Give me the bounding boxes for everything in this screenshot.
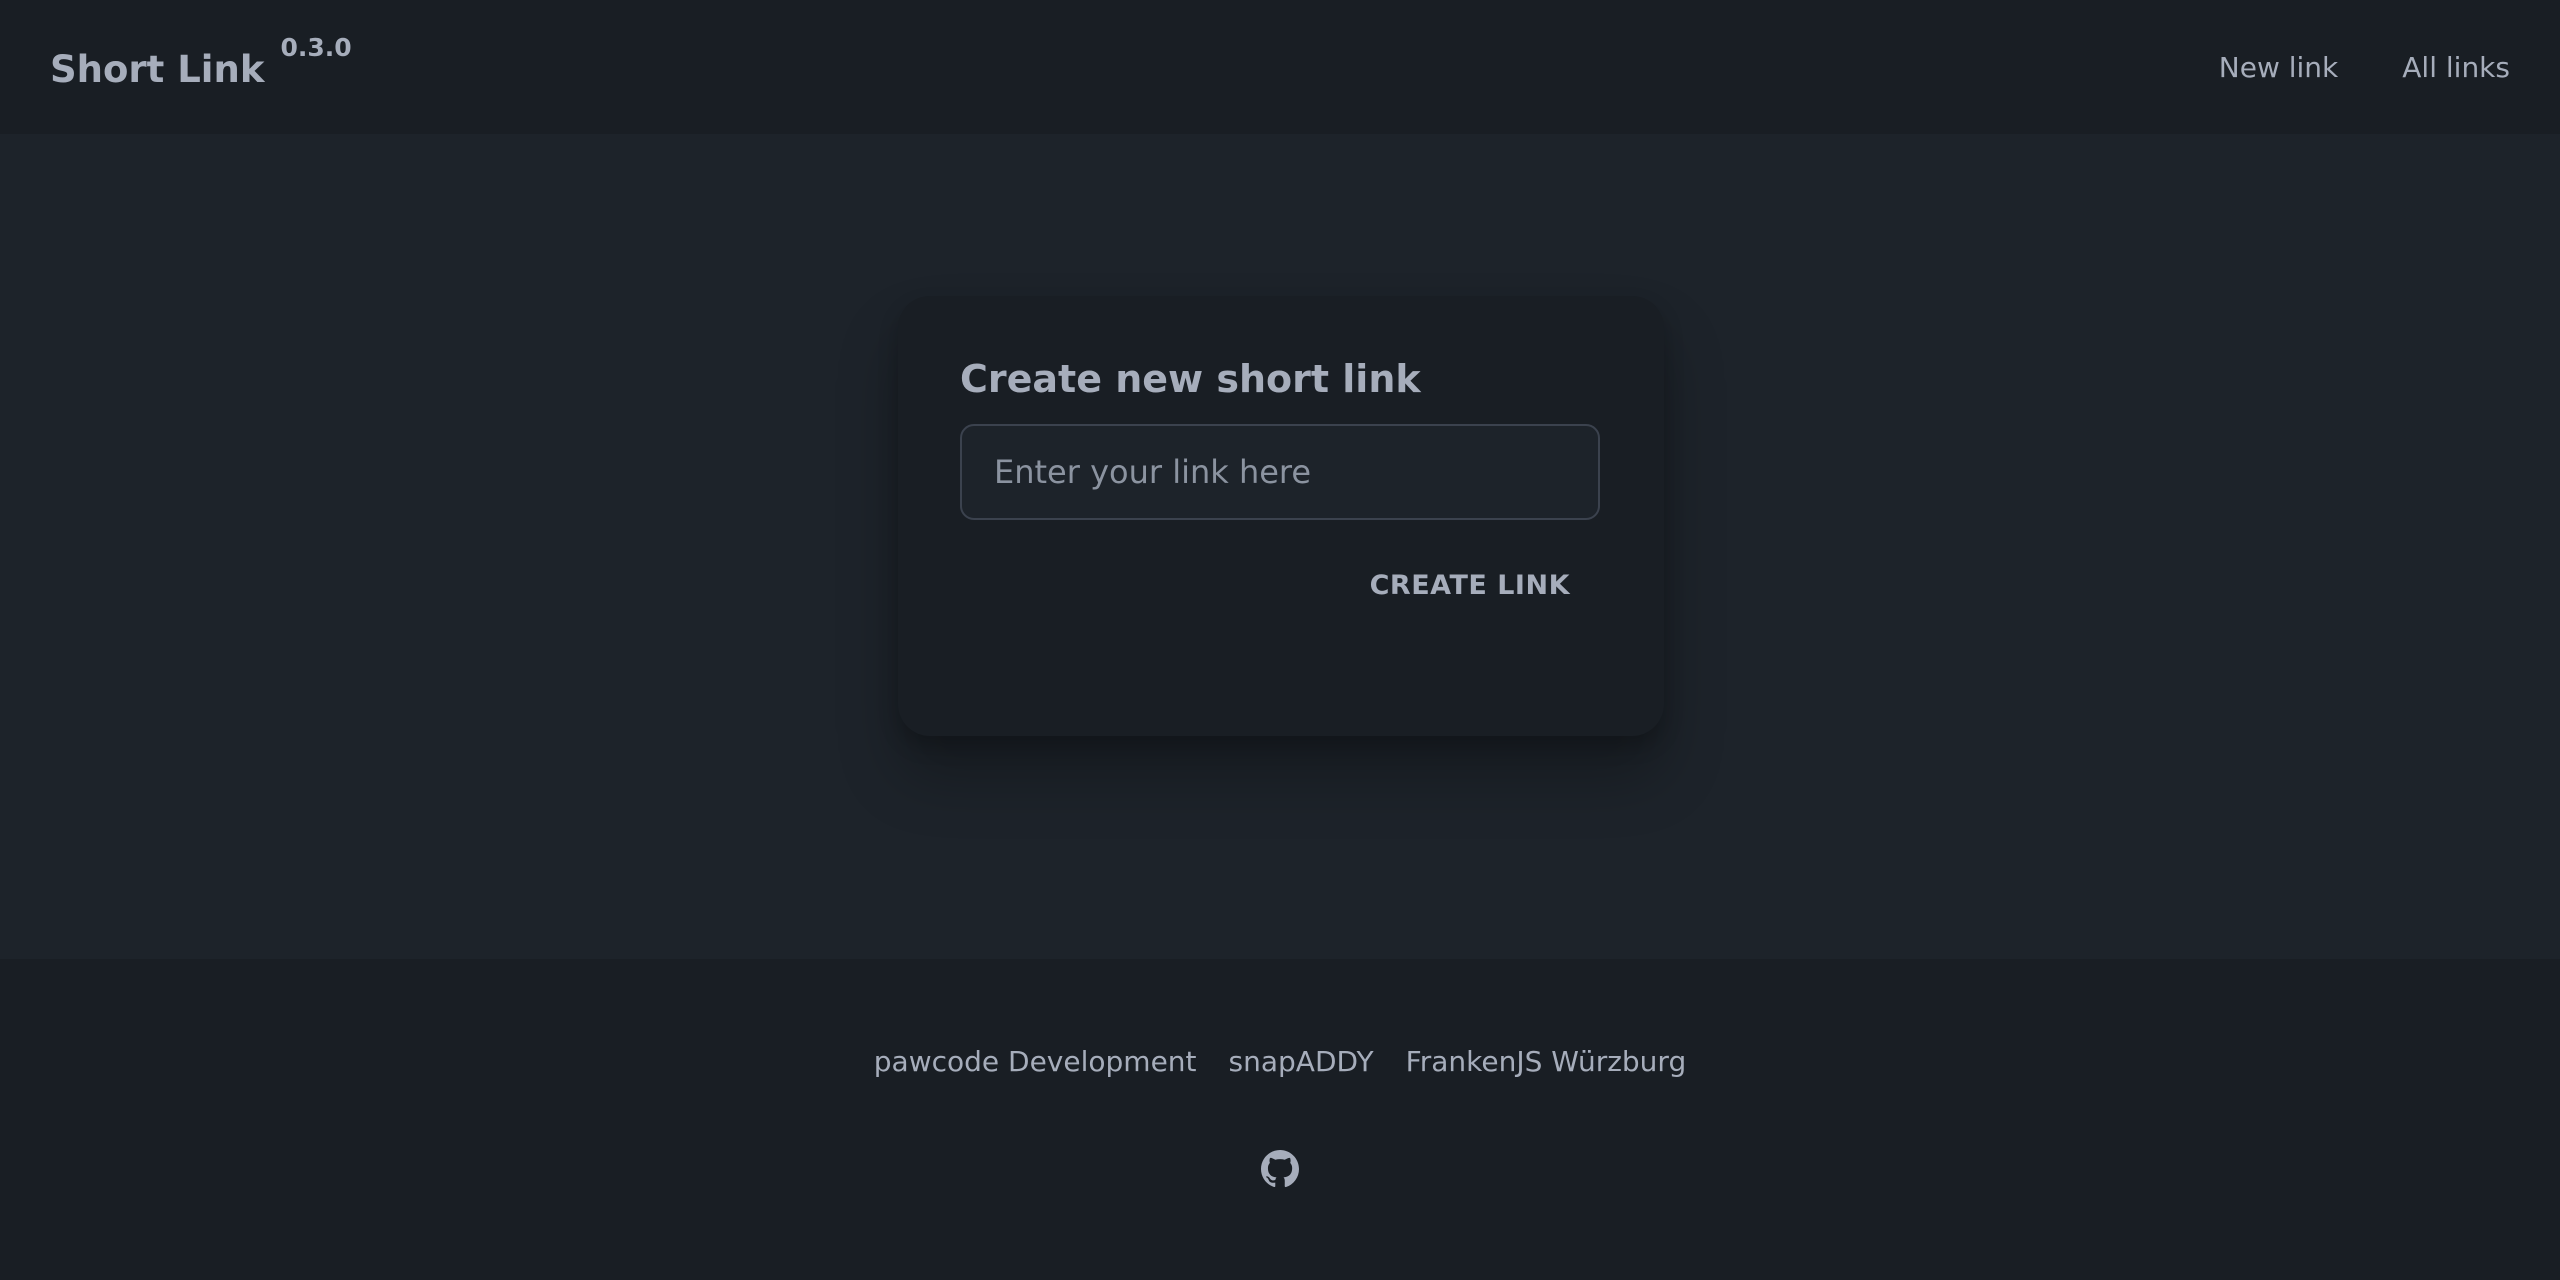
- app-title[interactable]: Short Link: [50, 47, 264, 88]
- nav-link-new-link[interactable]: New link: [2219, 51, 2339, 84]
- nav-link-all-links[interactable]: All links: [2402, 51, 2510, 84]
- create-link-card: Create new short link CREATE LINK: [898, 296, 1664, 736]
- create-link-button[interactable]: CREATE LINK: [1338, 560, 1602, 611]
- footer-link-frankenjs[interactable]: FrankenJS Würzburg: [1406, 1045, 1687, 1078]
- footer-link-pawcode[interactable]: pawcode Development: [874, 1045, 1197, 1078]
- footer: pawcode Development snapADDY FrankenJS W…: [0, 959, 2560, 1280]
- nav-links: New link All links: [2219, 51, 2510, 84]
- app-version: 0.3.0: [280, 32, 352, 62]
- card-title: Create new short link: [960, 357, 1421, 401]
- navbar: Short Link 0.3.0 New link All links: [0, 0, 2560, 134]
- footer-links: pawcode Development snapADDY FrankenJS W…: [874, 1045, 1686, 1078]
- main-content: Create new short link CREATE LINK: [0, 134, 2560, 959]
- footer-link-snapaddy[interactable]: snapADDY: [1229, 1045, 1374, 1078]
- github-icon[interactable]: [1261, 1150, 1299, 1188]
- brand[interactable]: Short Link 0.3.0: [50, 35, 352, 88]
- card-actions: CREATE LINK: [960, 560, 1602, 611]
- link-input[interactable]: [960, 424, 1600, 520]
